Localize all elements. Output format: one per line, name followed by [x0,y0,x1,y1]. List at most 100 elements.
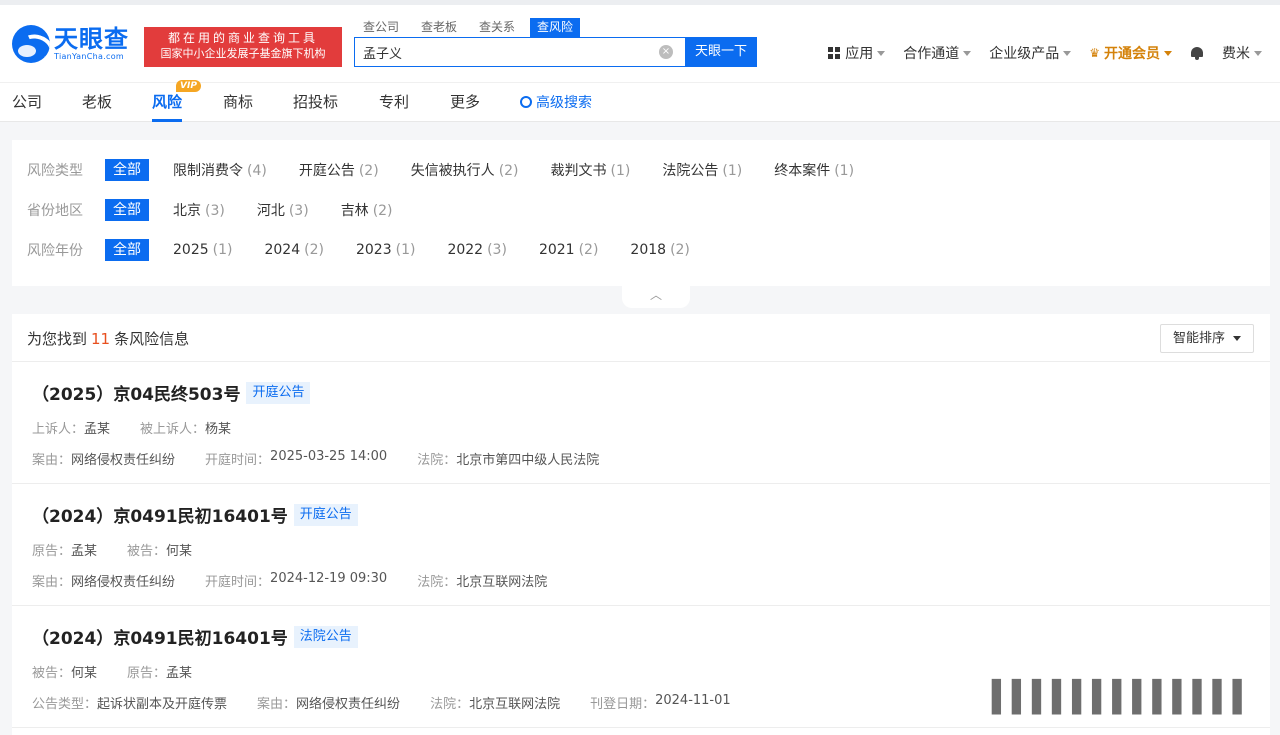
enterprise-menu[interactable]: 企业级产品 [989,43,1072,63]
tab-trademark[interactable]: 商标 [223,91,253,112]
filter-option[interactable]: 2022 (3) [447,242,506,258]
enterprise-label: 企业级产品 [989,46,1060,62]
partner-menu[interactable]: 合作通道 [903,43,972,63]
search-tabs: 查公司 查老板 查关系 查风险 [356,18,588,37]
search-button[interactable]: 天眼一下 [685,37,757,67]
brand-domain: TianYanCha.com [54,52,124,61]
tab-bidding[interactable]: 招投标 [293,91,338,112]
filter-option[interactable]: 法院公告 (1) [662,160,742,180]
slogan-banner: 都在用的商业查询工具 国家中小企业发展子基金旗下机构 [144,27,342,67]
tab-boss[interactable]: 老板 [82,91,112,112]
search-box: × [354,37,686,67]
filter-option[interactable]: 2024 (2) [264,242,323,258]
tab-patent[interactable]: 专利 [379,91,409,112]
sort-dropdown[interactable]: 智能排序 [1159,324,1254,353]
user-menu[interactable]: 费米 [1222,43,1262,63]
case-parties: 被告： 何某 原告： 孟某 [32,666,193,681]
chevron-down-icon [1164,50,1172,56]
case-title[interactable]: （2025）京04民终503号 开庭公告 [32,380,311,405]
search-tab-relation[interactable]: 查关系 [472,18,522,37]
user-name: 费米 [1222,46,1250,62]
collapse-filters-icon[interactable]: ︿ [622,286,690,308]
apps-menu[interactable]: 应用 [828,43,886,63]
case-details: 公告类型： 起诉状副本及开庭传票 案由： 网络侵权责任纠纷 法院： 北京互联网法院 刊… [32,693,731,712]
case-details: 案由： 网络侵权责任纠纷 开庭时间： 2025-03-25 14:00 法院： 北京市… [32,449,600,468]
bell-icon [1190,46,1204,60]
case-number: （2024）京0491民初16401号 [32,629,288,649]
brand-name: 天眼查 [54,25,129,53]
search-icon [520,96,532,108]
eye-logo-icon [12,25,50,63]
filter-option[interactable]: 2025 (1) [173,242,232,258]
slogan-line2: 国家中小企业发展子基金旗下机构 [160,47,326,60]
result-count-number: 11 [91,330,111,348]
filter-option[interactable]: 裁判文书 (1) [551,160,631,180]
chevron-down-icon [877,50,886,56]
filter-label: 省份地区 [27,203,83,219]
chevron-down-icon [1254,50,1262,56]
filter-option[interactable]: 开庭公告 (2) [299,160,379,180]
result-count-prefix: 为您找到 [27,330,88,348]
filter-option-all[interactable]: 全部 [105,199,149,221]
filter-option[interactable]: 北京 (3) [173,200,225,220]
case-details: 案由： 网络侵权责任纠纷 开庭时间： 2024-12-19 09:30 法院： 北京互… [32,571,548,590]
sort-label: 智能排序 [1172,331,1225,346]
search-tab-company[interactable]: 查公司 [356,18,406,37]
filter-option-all[interactable]: 全部 [105,159,149,181]
filter-label: 风险类型 [27,163,83,179]
notifications[interactable] [1190,46,1204,60]
case-tag: 法院公告 [293,625,358,648]
result-count: 为您找到 11 条风险信息 [27,328,189,349]
filter-option[interactable]: 2018 (2) [630,242,689,258]
crown-icon: ♛ [1089,46,1100,60]
tab-company[interactable]: 公司 [12,91,42,112]
vip-label: 开通会员 [1104,46,1160,62]
search-tab-boss[interactable]: 查老板 [414,18,464,37]
tab-risk[interactable]: 风险 [152,91,183,122]
case-title[interactable]: （2024）京0491民初16401号 法院公告 [32,624,358,649]
case-parties: 上诉人： 孟某 被上诉人： 杨某 [32,422,232,437]
filter-row-risk-type: 风险类型 全部 限制消费令 (4) 开庭公告 (2) 失信被执行人 (2) 裁判文书(… [27,159,886,181]
result-item[interactable]: （2025）京04民终503号 开庭公告 上诉人： 孟某 被上诉人： 杨某 案由：网… [12,362,1270,484]
advanced-search-label: 高级搜索 [536,95,592,111]
filter-option[interactable]: 吉林 (2) [341,200,393,220]
filter-option[interactable]: 2021 (2) [539,242,598,258]
filter-panel: 风险类型 全部 限制消费令 (4) 开庭公告 (2) 失信被执行人 (2) 裁判文书(… [12,140,1270,286]
filter-option[interactable]: 限制消费令 (4) [173,160,267,180]
slogan-line1: 都在用的商业查询工具 [167,31,318,45]
filter-row-year: 风险年份 全部 2025 (1) 2024 (2) 2023 (1) 2022 (3) … [27,239,722,261]
results-panel: 为您找到 11 条风险信息 智能排序 （2025）京04民终503号 开庭公告 上诉… [12,314,1270,735]
case-number: （2024）京0491民初16401号 [32,507,288,527]
apps-label: 应用 [845,46,874,62]
case-title[interactable]: （2024）京0491民初16401号 开庭公告 [32,502,358,527]
vip-menu[interactable]: ♛ 开通会员 [1089,43,1172,63]
logo[interactable]: 天眼查 TianYanCha.com [12,25,129,63]
case-number: （2025）京04民终503号 [32,385,241,405]
filter-option[interactable]: 终本案件 (1) [774,160,854,180]
apps-grid-icon [828,47,841,59]
filter-option[interactable]: 失信被执行人 (2) [411,160,519,180]
case-tag: 开庭公告 [293,503,358,526]
filter-option[interactable]: 2023 (1) [356,242,415,258]
case-tag: 开庭公告 [246,381,311,404]
clear-icon[interactable]: × [659,45,673,59]
search-tab-risk[interactable]: 查风险 [530,18,581,37]
filter-label: 风险年份 [27,243,83,259]
filter-row-province: 省份地区 全部 北京 (3) 河北 (3) 吉林 (2) [27,199,425,221]
filter-option[interactable]: 河北 (3) [257,200,309,220]
barcode-watermark-icon: ▌▌▌▌▌▌▌▌▌▌▌▌▌ [992,680,1253,715]
header: 天眼查 TianYanCha.com 都在用的商业查询工具 国家中小企业发展子基… [0,0,1280,82]
chevron-down-icon [963,50,972,56]
vip-badge: VIP [176,80,201,92]
chevron-down-icon [1233,336,1241,341]
chevron-down-icon [1063,50,1072,56]
result-item[interactable]: （2024）京0491民初16401号 开庭公告 原告： 孟某 被告： 何某 案由：… [12,484,1270,606]
tab-more[interactable]: 更多 [450,91,480,112]
filter-option-all[interactable]: 全部 [105,239,149,261]
partner-label: 合作通道 [903,46,960,62]
result-count-suffix: 条风险信息 [114,330,190,348]
search-input[interactable] [355,38,655,66]
advanced-search-link[interactable]: 高级搜索 [520,92,592,112]
top-nav: 应用 合作通道 企业级产品 ♛ 开通会员 费米 [810,43,1262,63]
case-parties: 原告： 孟某 被告： 何某 [32,544,193,559]
